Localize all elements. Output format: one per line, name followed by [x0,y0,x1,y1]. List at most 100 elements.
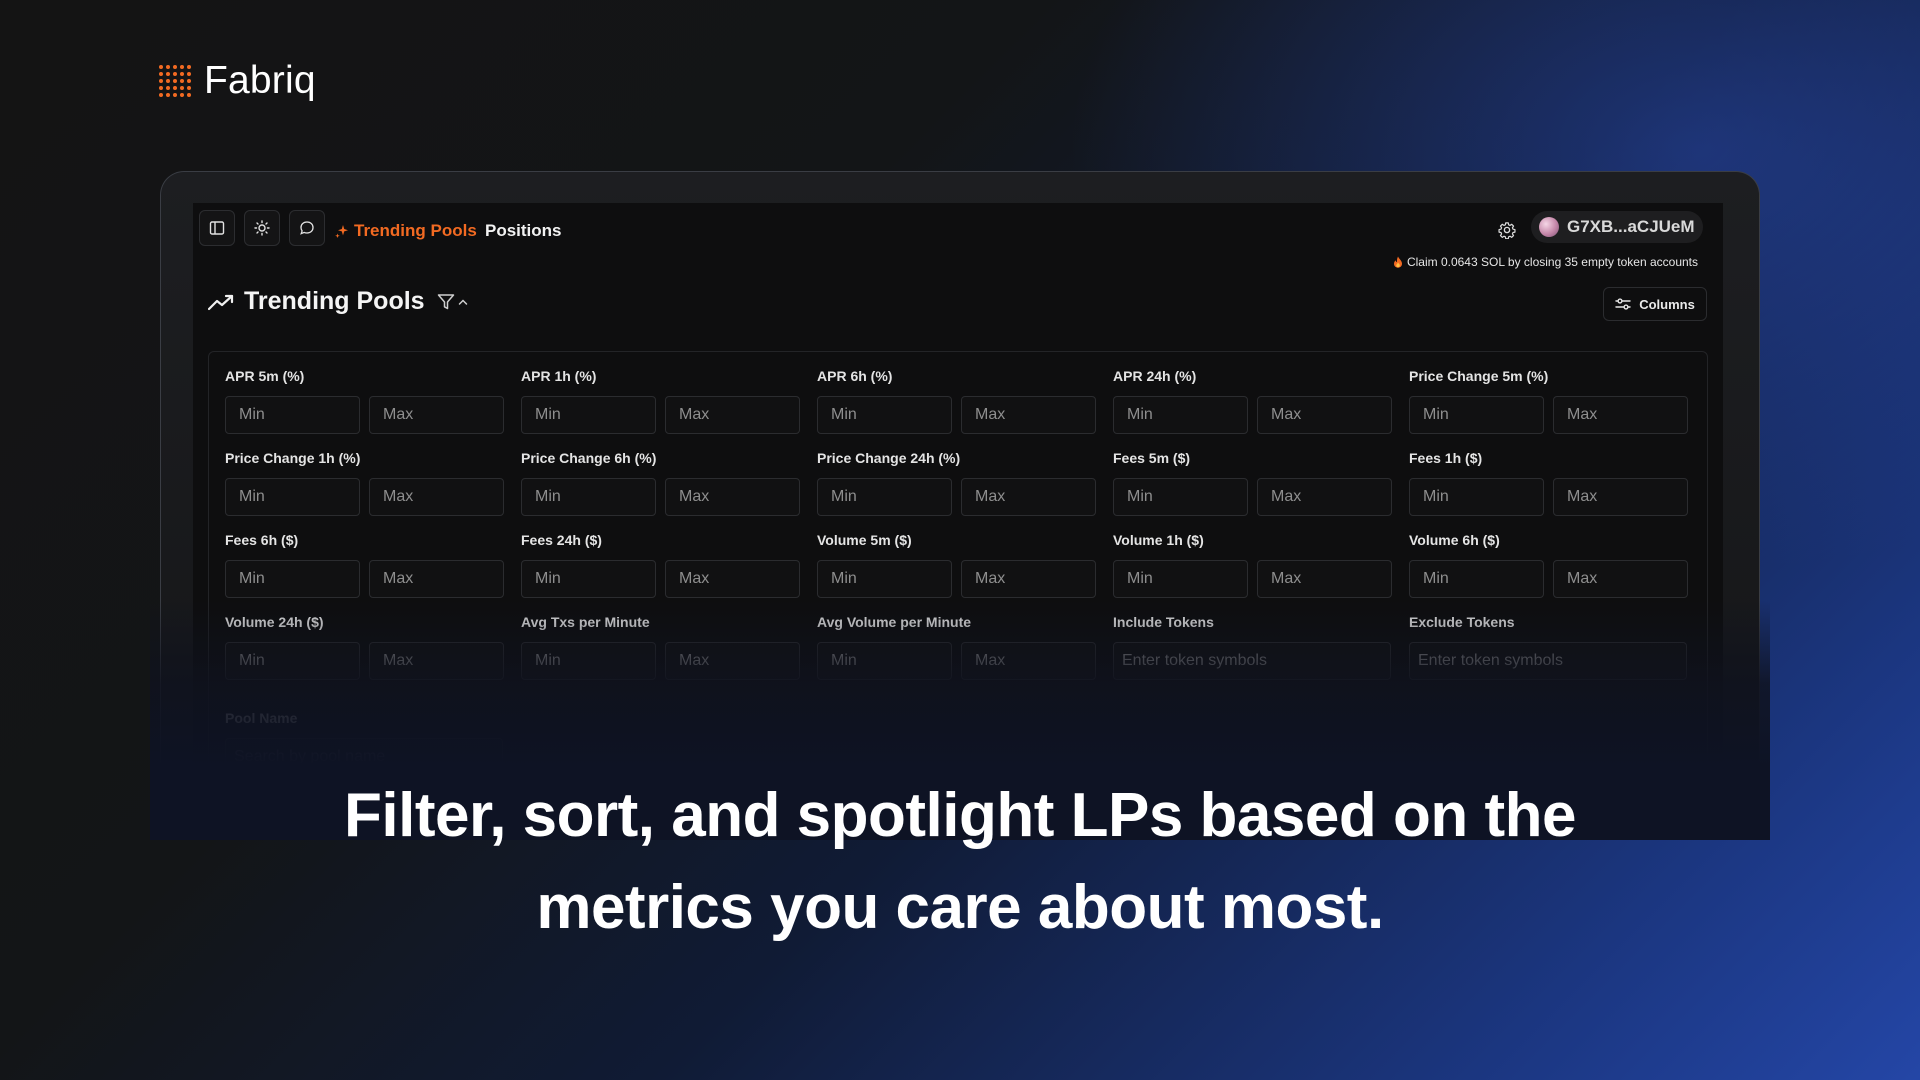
min-input[interactable] [817,642,952,680]
gear-icon [1498,222,1516,239]
brand-name: Fabriq [204,59,316,102]
min-input[interactable] [1113,560,1248,598]
range-filter: Fees 6h ($) [225,532,504,598]
max-input[interactable] [369,478,504,516]
columns-button-label: Columns [1639,296,1695,312]
range-filter-label: Price Change 24h (%) [817,450,961,466]
max-input[interactable] [665,478,800,516]
max-input[interactable] [1257,396,1392,434]
min-input[interactable] [817,396,952,434]
claim-notice[interactable]: Claim 0.0643 SOL by closing 35 empty tok… [1393,255,1698,269]
range-filter-inputs [817,478,1096,516]
range-filter: Price Change 6h (%) [521,450,800,516]
claim-notice-text: Claim 0.0643 SOL by closing 35 empty tok… [1406,255,1698,269]
settings-button[interactable] [1496,219,1518,241]
tab-trending-pools[interactable]: Trending Pools [334,221,477,241]
range-filter: Fees 1h ($) [1409,450,1688,516]
max-input[interactable] [961,478,1096,516]
min-input[interactable] [1409,478,1544,516]
chevron-up-icon [458,298,467,305]
range-filter-label: APR 1h (%) [521,368,597,384]
range-filter: APR 1h (%) [521,368,800,434]
brand-mark-icon [159,64,192,98]
max-input[interactable] [369,396,504,434]
min-input[interactable] [1409,396,1544,434]
max-input[interactable] [1553,560,1688,598]
min-input[interactable] [521,642,656,680]
columns-button[interactable]: Columns [1603,287,1707,321]
sidebar-toggle-button[interactable] [199,210,235,246]
min-input[interactable] [1409,560,1544,598]
range-filter: Volume 6h ($) [1409,532,1688,598]
wallet-address: G7XB...aCJUeM [1567,217,1695,236]
sparkle-icon [335,225,348,238]
max-input[interactable] [665,396,800,434]
range-filter: APR 6h (%) [817,368,1096,434]
max-input[interactable] [1257,560,1392,598]
pool-name-input[interactable] [225,738,503,763]
sun-icon [254,220,270,236]
min-input[interactable] [225,642,360,680]
range-filter-inputs [1409,478,1688,516]
max-input[interactable] [1553,478,1688,516]
range-filter-inputs [1409,560,1688,598]
min-input[interactable] [225,478,360,516]
theme-toggle-button[interactable] [244,210,280,246]
chat-button[interactable] [289,210,325,246]
wallet-avatar [1539,217,1559,237]
range-filter-inputs [817,560,1096,598]
exclude-tokens-input[interactable] [1409,642,1687,680]
range-filter: Volume 1h ($) [1113,532,1392,598]
range-filter: APR 5m (%) [225,368,504,434]
filter-toggle-button[interactable] [437,293,468,311]
min-input[interactable] [817,478,952,516]
range-filter-label: Fees 6h ($) [225,532,299,548]
range-filter: APR 24h (%) [1113,368,1392,434]
max-input[interactable] [961,396,1096,434]
range-filter: Volume 24h ($) [225,614,504,680]
min-input[interactable] [817,560,952,598]
max-input[interactable] [665,642,800,680]
headline-line-1: Filter, sort, and spotlight LPs based on… [344,781,1576,850]
range-filter-label: Fees 5m ($) [1113,450,1191,466]
min-input[interactable] [521,478,656,516]
tab-positions-label: Positions [485,221,562,240]
max-input[interactable] [1257,478,1392,516]
min-input[interactable] [225,396,360,434]
wallet-button[interactable]: G7XB...aCJUeM [1531,211,1703,243]
min-input[interactable] [521,560,656,598]
range-filter-inputs [817,396,1096,434]
range-filter-label: Price Change 5m (%) [1409,368,1549,384]
max-input[interactable] [961,560,1096,598]
max-input[interactable] [961,642,1096,680]
range-filter-label: Avg Volume per Minute [817,614,972,630]
range-filter: Price Change 5m (%) [1409,368,1688,434]
min-input[interactable] [225,560,360,598]
range-filter: Price Change 1h (%) [225,450,504,516]
range-filter-inputs [521,396,800,434]
range-filter: Volume 5m ($) [817,532,1096,598]
min-input[interactable] [1113,396,1248,434]
min-input[interactable] [521,396,656,434]
range-filter: Fees 5m ($) [1113,450,1392,516]
range-filter-label: Fees 1h ($) [1409,450,1483,466]
include-tokens-input[interactable] [1113,642,1391,680]
min-input[interactable] [1113,478,1248,516]
max-input[interactable] [665,560,800,598]
chat-bubble-icon [300,221,314,235]
tab-positions[interactable]: Positions [485,221,562,241]
range-filter-label: APR 6h (%) [817,368,893,384]
pool-name-filter: Pool Name [225,710,503,763]
range-filter-inputs [225,560,504,598]
max-input[interactable] [369,560,504,598]
range-filter: Avg Volume per Minute [817,614,1096,680]
range-filter-inputs [521,478,800,516]
max-input[interactable] [369,642,504,680]
range-filter: Price Change 24h (%) [817,450,1096,516]
range-filter-inputs [225,396,504,434]
range-filter-inputs [1113,478,1392,516]
marketing-headline: Filter, sort, and spotlight LPs based on… [0,770,1920,954]
range-filter-inputs [1113,396,1392,434]
max-input[interactable] [1553,396,1688,434]
app-screen: Trending Pools Positions G7XB...aCJUeM C… [193,203,1723,763]
